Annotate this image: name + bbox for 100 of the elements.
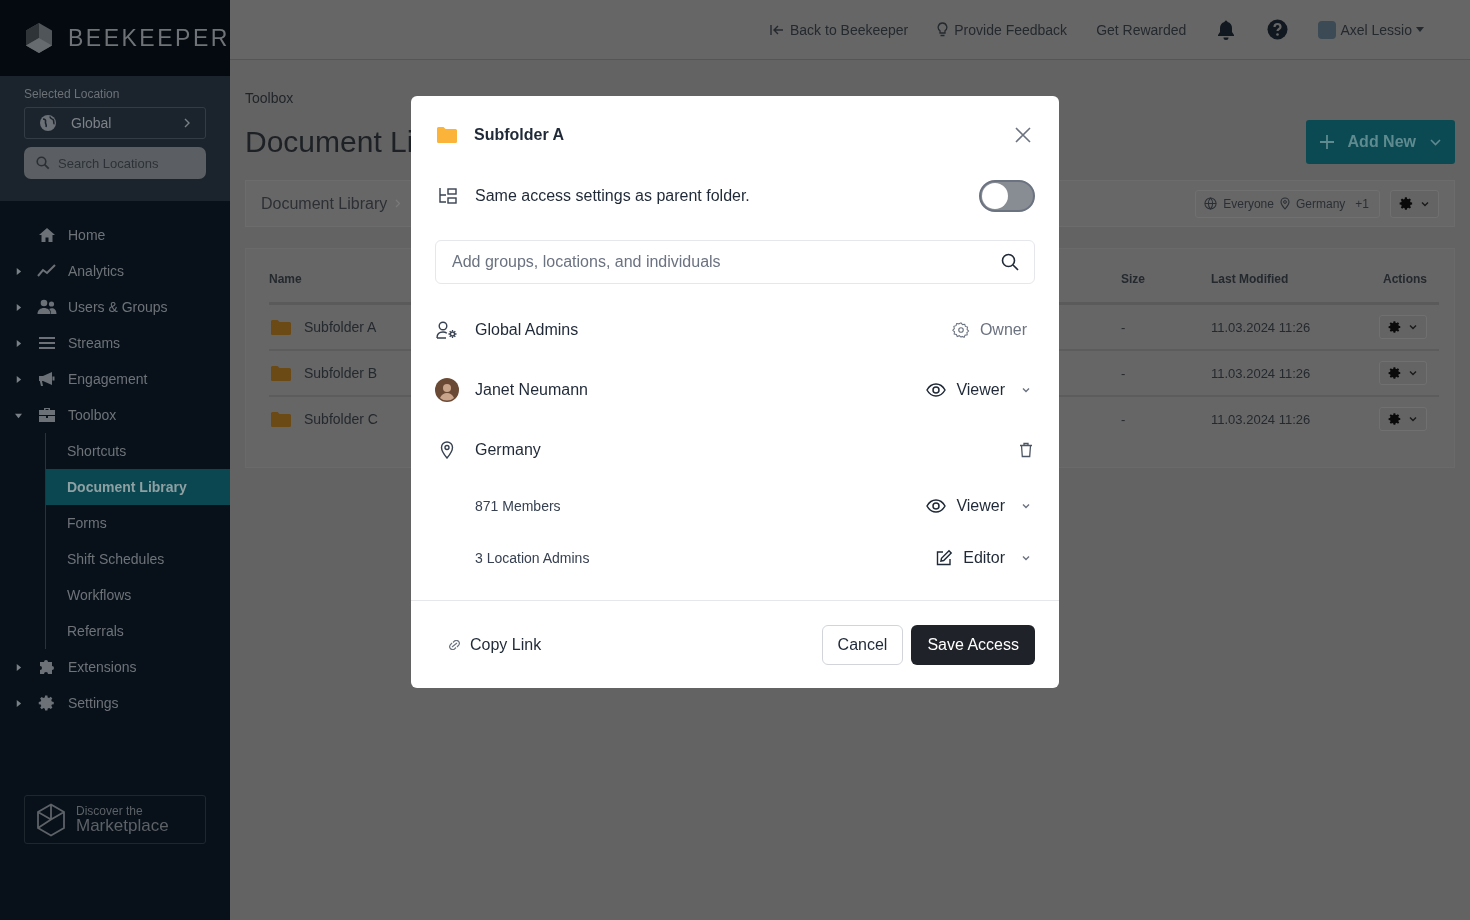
member-name: Janet Neumann — [475, 381, 589, 399]
cube-icon — [36, 802, 66, 837]
folder-name[interactable]: Subfolder C — [304, 411, 378, 427]
nav-subitem[interactable]: Shortcuts — [46, 433, 230, 469]
row-actions-button[interactable] — [1379, 315, 1427, 339]
copy-link-button[interactable]: Copy Link — [447, 635, 542, 654]
top-link[interactable]: Get Rewarded — [1096, 21, 1187, 38]
nav-item[interactable]: Home — [0, 217, 230, 253]
member-subgroup: 871 Members — [474, 498, 562, 514]
users-icon — [37, 299, 57, 315]
nav-item[interactable]: Extensions — [0, 649, 230, 685]
folder-name[interactable]: Subfolder A — [304, 319, 377, 335]
folder-icon — [271, 411, 291, 427]
table-cell-text: 11.03.2024 11:26 — [1211, 319, 1312, 335]
user-menu[interactable]: Axel Lessio — [1318, 20, 1424, 39]
nav-subitem[interactable]: Shift Schedules — [46, 541, 230, 577]
user-avatar — [1318, 20, 1337, 39]
table-cell-text: - — [1121, 319, 1127, 335]
member-name: Germany — [475, 441, 542, 459]
back-arrow-icon — [770, 23, 784, 36]
row-actions-button[interactable] — [1379, 407, 1427, 431]
top-link[interactable]: Provide Feedback — [937, 21, 1068, 38]
nav-item[interactable]: Engagement — [0, 361, 230, 397]
nav-subitem[interactable]: Document Library — [46, 469, 230, 505]
member-name: Global Admins — [475, 321, 580, 339]
marketplace-button[interactable]: Discover the Marketplace — [24, 795, 206, 844]
pencil-icon — [935, 549, 954, 567]
table-cell-text: - — [1121, 365, 1127, 381]
hexagon-logo-icon — [24, 22, 54, 54]
member-subgroup: 3 Location Admins — [474, 550, 591, 566]
settings-dropdown[interactable] — [1390, 189, 1439, 218]
top-link[interactable]: Back to Beekeeper — [770, 21, 909, 38]
inherit-label: Same access settings as parent folder. — [475, 187, 751, 205]
location-selector[interactable]: Global — [24, 107, 206, 139]
chevron-down-icon — [1021, 385, 1031, 395]
table-cell-text: 11.03.2024 11:26 — [1211, 365, 1312, 381]
puzzle-icon — [38, 658, 56, 676]
nav-subitem[interactable]: Workflows — [46, 577, 230, 613]
chevron-down-icon — [1408, 368, 1418, 378]
dialog-title: Subfolder A — [474, 126, 566, 144]
plus-icon — [1319, 135, 1334, 149]
row-actions-button[interactable] — [1379, 361, 1427, 385]
trash-icon — [1019, 442, 1033, 458]
nav-item[interactable]: Settings — [0, 685, 230, 721]
gear-icon — [1399, 196, 1414, 211]
link-icon — [447, 639, 462, 650]
share-search-field[interactable]: Add groups, locations, and individuals — [435, 240, 1035, 284]
nav-subitem[interactable]: Referrals — [46, 613, 230, 649]
lightbulb-icon — [937, 22, 949, 37]
delete-button[interactable] — [1017, 440, 1035, 460]
marketplace-caption: Discover the — [76, 805, 144, 817]
nav-item[interactable]: Streams — [0, 325, 230, 361]
inherit-toggle[interactable] — [979, 180, 1035, 212]
cancel-button[interactable]: Cancel — [821, 624, 904, 665]
gear-icon — [38, 694, 56, 712]
chevron-down-icon — [1408, 322, 1418, 332]
role-selector[interactable]: Editor — [935, 549, 1035, 567]
table-cell-text: 11.03.2024 11:26 — [1211, 411, 1312, 427]
location-label: Selected Location — [24, 87, 121, 101]
folder-icon — [437, 127, 457, 143]
chevron-down-icon — [1408, 414, 1418, 424]
add-new-button[interactable]: Add New — [1305, 120, 1455, 164]
column-header: Actions — [1382, 271, 1428, 286]
column-header: Size — [1121, 271, 1146, 286]
gear-icon — [1388, 366, 1402, 380]
lines-icon — [38, 336, 56, 350]
chevron-down-icon — [1021, 501, 1031, 511]
line-chart-icon — [37, 264, 57, 278]
role-selector[interactable]: Viewer — [926, 497, 1035, 515]
column-header: Name — [269, 271, 303, 286]
marketplace-title: Marketplace — [76, 817, 169, 834]
gear-icon — [1388, 412, 1402, 426]
nav-item[interactable]: Analytics — [0, 253, 230, 289]
brand-name: BEEKEEPER — [68, 24, 230, 52]
role-selector[interactable]: Viewer — [926, 381, 1035, 399]
map-pin-icon — [440, 441, 454, 459]
nav-item[interactable]: Toolbox — [0, 397, 230, 433]
chevron-down-icon — [1021, 553, 1031, 563]
close-icon — [1015, 127, 1031, 143]
hierarchy-icon — [438, 187, 458, 205]
column-header: Last Modified — [1211, 271, 1290, 286]
access-summary[interactable]: Everyone Germany +1 — [1195, 189, 1380, 218]
help-icon[interactable] — [1267, 19, 1289, 40]
nav-item[interactable]: Users & Groups — [0, 289, 230, 325]
search-icon — [36, 156, 50, 170]
avatar-icon — [435, 378, 459, 402]
path-breadcrumb[interactable]: Document Library — [261, 194, 388, 213]
folder-name[interactable]: Subfolder B — [304, 365, 378, 381]
search-icon — [1001, 253, 1019, 271]
save-access-button[interactable]: Save Access — [911, 624, 1035, 665]
role-label: Owner — [951, 321, 1035, 339]
toolbox-icon — [38, 407, 56, 423]
table-cell-text: - — [1121, 411, 1127, 427]
nav-subitem[interactable]: Forms — [46, 505, 230, 541]
house-icon — [38, 227, 56, 243]
map-pin-icon — [1279, 197, 1290, 210]
folder-icon — [271, 365, 291, 381]
bell-icon[interactable] — [1216, 19, 1237, 40]
page-title: Document Li — [245, 125, 414, 159]
user-gear-icon — [436, 321, 458, 339]
